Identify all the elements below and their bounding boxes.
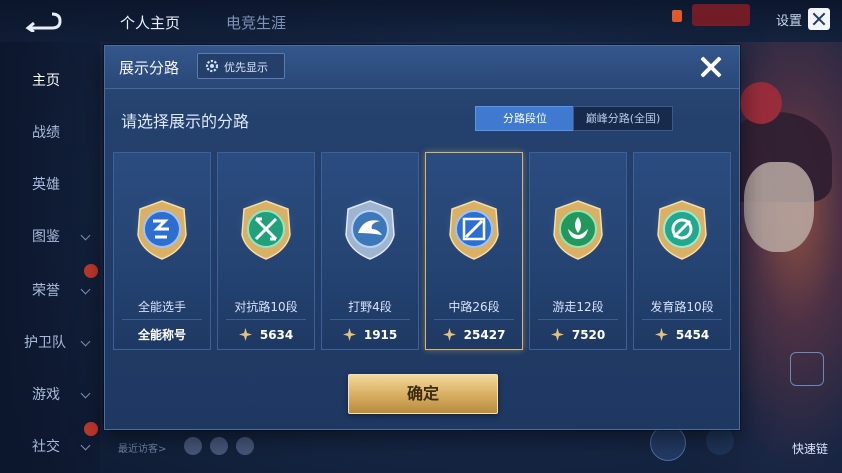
all-round-emblem-icon: [137, 200, 187, 260]
rank-star-icon: [342, 328, 356, 341]
close-icon[interactable]: [695, 51, 727, 83]
nav-item-home[interactable]: 主页: [32, 70, 60, 90]
rank-score: 5454: [675, 327, 710, 342]
rank-score: 7520: [571, 327, 606, 342]
lane-card-roam[interactable]: 游走12段 7520: [529, 152, 627, 350]
rank-star-icon: [550, 328, 564, 341]
nav-item-guard[interactable]: 护卫队: [24, 332, 66, 352]
settings-button[interactable]: 设置: [776, 10, 802, 29]
tab-esports[interactable]: 电竞生涯: [226, 12, 286, 33]
rank-star-icon: [442, 328, 456, 341]
rank-star-icon: [238, 328, 252, 341]
rank-score: 25427: [463, 327, 506, 342]
status-icon: [672, 10, 682, 22]
top-bar: 个人主页 电竞生涯 设置: [0, 0, 842, 42]
quick-link-label[interactable]: 快速链: [792, 440, 828, 457]
nav-item-stats[interactable]: 战绩: [32, 122, 60, 142]
left-nav: 主页 战绩 英雄 图鉴 荣誉 护卫队 游戏 社交: [0, 42, 100, 473]
lane-role-label: 全能选手: [137, 300, 186, 314]
lane-role-label: 发育路10段: [650, 300, 714, 314]
nav-item-games[interactable]: 游戏: [32, 384, 60, 404]
video-icon[interactable]: [706, 427, 734, 455]
lane-card-farm[interactable]: 发育路10段 5454: [633, 152, 731, 350]
dialog-subtitle: 请选择展示的分路: [121, 112, 250, 131]
confirm-button[interactable]: 确定: [348, 374, 498, 414]
priority-display-button[interactable]: 优先显示: [197, 53, 285, 79]
rank-score: 5634: [259, 327, 294, 342]
chevron-down-icon: [80, 230, 91, 241]
nav-item-social[interactable]: 社交: [32, 436, 60, 456]
tab-peak-lane[interactable]: 巅峰分路(全国): [573, 106, 673, 131]
nav-item-heroes[interactable]: 英雄: [32, 174, 60, 194]
rank-score: 1915: [363, 327, 398, 342]
chevron-down-icon: [80, 284, 91, 295]
lane-role-label: 打野4段: [348, 300, 392, 314]
dialog-header: 展示分路 优先显示: [105, 46, 739, 89]
new-badge: [84, 264, 98, 278]
lane-card-mid[interactable]: 中路26段 25427: [425, 152, 523, 350]
play-icon[interactable]: [650, 425, 686, 461]
lane-card-list: 全能选手 全能称号 对抗路10段 5634 打野4段 1915 中路26段 25…: [113, 152, 733, 350]
rose-ornament: [740, 82, 782, 124]
clash-lane-emblem-icon: [241, 200, 291, 260]
mid-lane-emblem-icon: [449, 200, 499, 260]
nav-item-codex[interactable]: 图鉴: [32, 226, 60, 246]
recent-visitors-link[interactable]: 最近访客>: [118, 440, 166, 455]
lane-card-clash[interactable]: 对抗路10段 5634: [217, 152, 315, 350]
lane-role-label: 游走12段: [552, 300, 604, 314]
dialog-title: 展示分路: [119, 59, 180, 77]
side-action-button[interactable]: [790, 352, 824, 386]
title-tag: 全能称号: [137, 328, 186, 342]
event-banner[interactable]: [692, 4, 750, 26]
lane-card-jungle[interactable]: 打野4段 1915: [321, 152, 419, 350]
rank-star-icon: [654, 328, 668, 341]
nav-item-honor[interactable]: 荣誉: [32, 280, 60, 300]
avatar[interactable]: [184, 437, 202, 455]
close-icon[interactable]: [808, 8, 830, 30]
jungle-emblem-icon: [345, 200, 395, 260]
back-icon[interactable]: [22, 10, 62, 32]
tab-lane-rank[interactable]: 分路段位: [475, 106, 575, 131]
farm-lane-emblem-icon: [657, 200, 707, 260]
chevron-down-icon: [80, 336, 91, 347]
tab-profile[interactable]: 个人主页: [120, 12, 180, 33]
lane-role-label: 对抗路10段: [234, 300, 298, 314]
avatar[interactable]: [210, 437, 228, 455]
avatar[interactable]: [236, 437, 254, 455]
lane-role-label: 中路26段: [448, 300, 500, 314]
lane-display-dialog: 展示分路 优先显示 请选择展示的分路 分路段位 巅峰分路(全国) 全能选手 全能…: [104, 45, 740, 430]
priority-display-label: 优先显示: [224, 61, 268, 74]
new-badge: [84, 422, 98, 436]
chevron-down-icon: [80, 440, 91, 451]
lane-card-all-round[interactable]: 全能选手 全能称号: [113, 152, 211, 350]
chevron-down-icon: [80, 388, 91, 399]
gear-icon: [205, 59, 219, 73]
roam-emblem-icon: [553, 200, 603, 260]
